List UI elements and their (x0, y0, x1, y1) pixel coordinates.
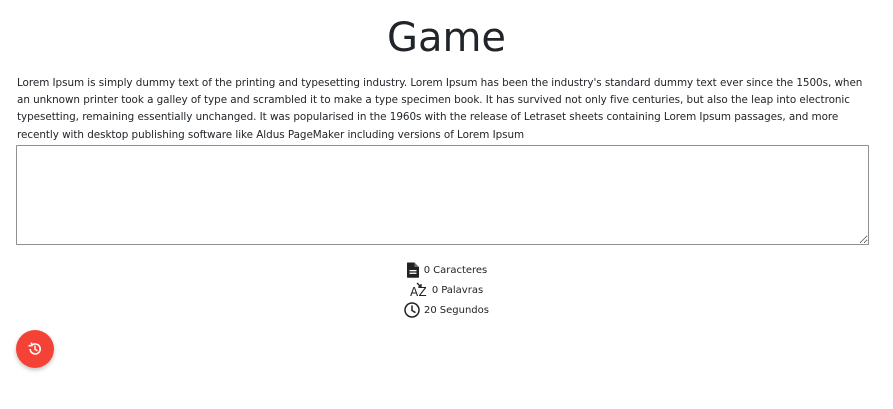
reference-text: Lorem Ipsum is simply dummy text of the … (17, 77, 863, 141)
clock-icon (404, 302, 420, 318)
az-sort-icon: A Z (410, 282, 428, 298)
document-icon (406, 262, 420, 278)
stat-time: 20 Segundos (0, 300, 893, 320)
words-label: Palavras (441, 284, 484, 296)
stats-panel: 0 Caracteres A Z 0 Palavras 20 Segundos (0, 260, 893, 320)
page-title: Game (386, 15, 507, 61)
characters-label: Caracteres (433, 264, 488, 276)
game-page: Game Lorem Ipsum is simply dummy text of… (0, 0, 893, 409)
time-count: 20 (424, 304, 437, 316)
characters-count: 0 (423, 264, 431, 276)
stat-characters: 0 Caracteres (0, 260, 893, 280)
stat-words: A Z 0 Palavras (0, 280, 893, 300)
words-count: 0 (431, 284, 439, 296)
history-icon (28, 342, 42, 356)
history-button[interactable] (16, 330, 54, 368)
time-label: Segundos (439, 304, 489, 316)
typing-input[interactable] (16, 145, 869, 245)
